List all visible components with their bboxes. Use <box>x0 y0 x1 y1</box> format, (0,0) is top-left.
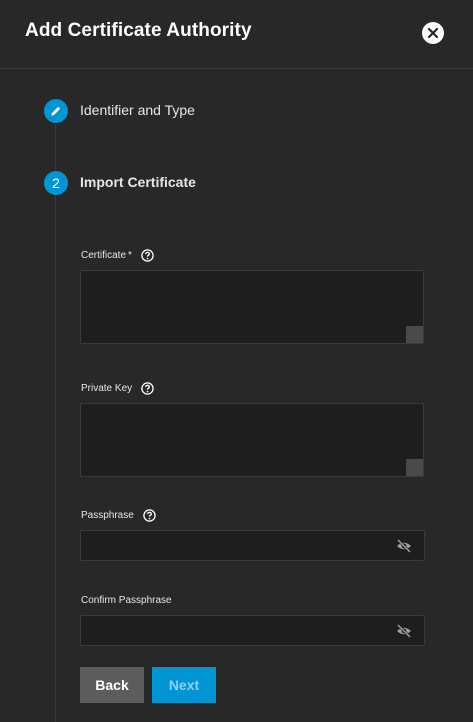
next-button[interactable]: Next <box>152 667 216 703</box>
passphrase-input[interactable] <box>80 530 425 561</box>
confirm-passphrase-input[interactable] <box>80 615 425 646</box>
passphrase-label: Passphrase <box>81 509 156 522</box>
resize-handle[interactable] <box>406 459 423 476</box>
resize-handle[interactable] <box>406 326 423 343</box>
confirm-passphrase-label: Confirm Passphrase <box>81 595 172 606</box>
private-key-textarea[interactable] <box>80 403 424 477</box>
step-2-indicator[interactable]: 2 <box>44 171 68 195</box>
help-icon[interactable] <box>141 249 154 262</box>
required-mark: * <box>128 250 132 261</box>
step-2-number: 2 <box>52 175 60 191</box>
eye-off-icon[interactable] <box>396 623 412 639</box>
dialog-header: Add Certificate Authority <box>0 0 473 69</box>
passphrase-label-text: Passphrase <box>81 510 134 521</box>
step-1-label[interactable]: Identifier and Type <box>80 102 195 118</box>
step-2-label[interactable]: Import Certificate <box>80 174 196 190</box>
private-key-label: Private Key <box>81 382 154 395</box>
private-key-label-text: Private Key <box>81 383 133 394</box>
stepper-line <box>55 124 56 722</box>
help-icon[interactable] <box>141 382 154 395</box>
certificate-textarea[interactable] <box>80 270 424 344</box>
back-button[interactable]: Back <box>80 667 144 703</box>
certificate-label: Certificate * <box>81 249 154 262</box>
close-icon <box>427 27 439 39</box>
confirm-passphrase-label-text: Confirm Passphrase <box>81 595 172 606</box>
certificate-label-text: Certificate <box>81 250 127 261</box>
close-button[interactable] <box>422 22 444 44</box>
help-icon[interactable] <box>143 509 156 522</box>
eye-off-icon[interactable] <box>396 538 412 554</box>
pencil-icon <box>51 106 61 116</box>
step-1-indicator[interactable] <box>44 99 68 123</box>
dialog-title: Add Certificate Authority <box>25 20 252 41</box>
